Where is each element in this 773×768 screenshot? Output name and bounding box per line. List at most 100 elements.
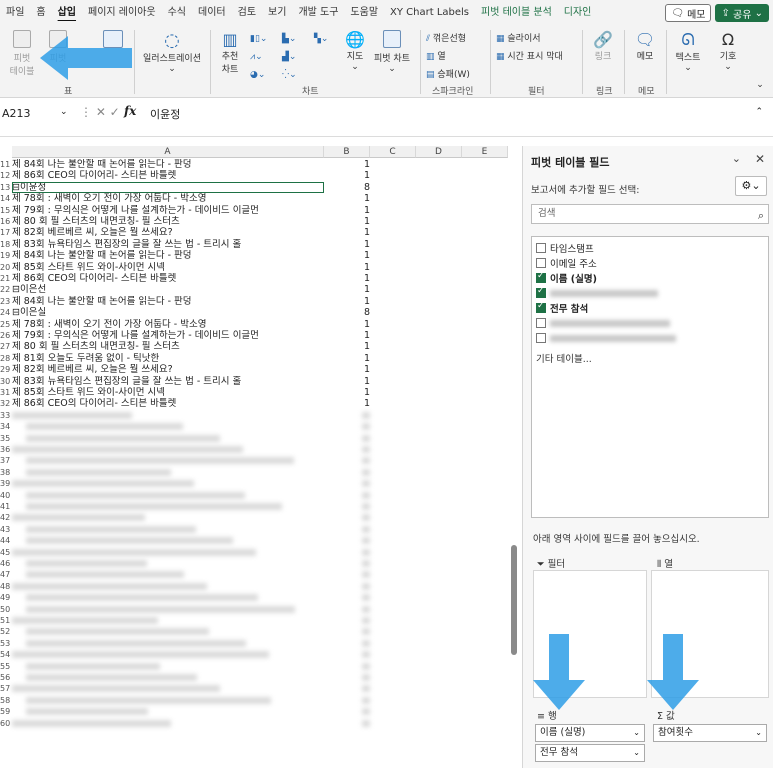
cell-a-redacted[interactable] [12, 514, 145, 522]
waterfall-chart-icon[interactable]: ▚⌄ [314, 30, 338, 48]
cell-b-redacted[interactable] [362, 651, 370, 659]
cell-a[interactable]: ⊟이윤정 [12, 181, 324, 193]
expand-formula-icon[interactable]: ⌃ [755, 107, 763, 117]
row-number[interactable]: 16 [0, 216, 12, 227]
cell-b[interactable]: 1 [324, 239, 370, 250]
link-button[interactable]: 🔗 링크 [588, 30, 618, 62]
cell-a-redacted[interactable] [12, 480, 194, 488]
row-number[interactable]: 20 [0, 262, 12, 273]
tab-10[interactable]: XY Chart Labels [384, 0, 475, 26]
fx-icon[interactable]: fx [124, 104, 136, 118]
statistic-chart-icon[interactable]: ▟⌄ [282, 48, 312, 66]
field-item[interactable]: 전무 참석 [536, 301, 588, 315]
checkbox[interactable] [536, 286, 546, 298]
row-number[interactable]: 48 [0, 581, 12, 592]
cell-a[interactable]: 제 86회 CEO의 다이어리- 스티븐 바틀렛 [12, 398, 324, 409]
field-search-input[interactable]: 검색 ⌕ [531, 204, 769, 224]
row-number[interactable]: 15 [0, 205, 12, 216]
row-number[interactable]: 60 [0, 718, 12, 729]
cell-b[interactable]: 1 [324, 341, 370, 352]
tab-0[interactable]: 파일 [0, 0, 30, 26]
cell-a[interactable]: 제 84회 나는 불안할 때 논어를 읽는다 - 판덩 [12, 296, 324, 307]
row-number[interactable]: 25 [0, 319, 12, 330]
cell-a-redacted[interactable] [26, 423, 183, 431]
cell-a-redacted[interactable] [26, 628, 209, 636]
pivot-chart-button[interactable]: 피벗 차트 ⌄ [372, 30, 412, 74]
row-number[interactable]: 31 [0, 387, 12, 398]
formula-input[interactable]: 이윤정 [150, 106, 180, 122]
cell-b-redacted[interactable] [362, 480, 370, 488]
cell-a[interactable]: 제 85회 스타트 위드 와이-사이먼 시넥 [12, 262, 324, 273]
row-number[interactable]: 28 [0, 353, 12, 364]
cell-b[interactable]: 1 [324, 387, 370, 398]
row-number[interactable]: 59 [0, 706, 12, 717]
chart-types-col1[interactable]: ▮▯⌄ ⩘⌄ ◕⌄ [250, 30, 280, 84]
tab-3[interactable]: 페이지 레이아웃 [82, 0, 162, 26]
cell-a[interactable]: 제 81회 오늘도 두려움 없이 - 틱낫한 [12, 353, 324, 364]
cell-a[interactable]: 제 85회 스타트 위드 와이-사이먼 시넥 [12, 387, 324, 398]
checkbox[interactable] [536, 318, 546, 328]
tab-4[interactable]: 수식 [162, 0, 192, 26]
row-number[interactable]: 52 [0, 626, 12, 637]
vertical-scrollbar[interactable] [511, 545, 517, 655]
field-item[interactable] [536, 316, 670, 330]
cell-a[interactable]: 제 78회 : 새벽이 오기 전이 가장 어둡다 - 박소영 [12, 193, 324, 204]
sparkline-column-button[interactable]: ▥ 열 [426, 48, 486, 66]
column-header-b[interactable]: B [324, 146, 370, 158]
cell-a-redacted[interactable] [26, 491, 245, 499]
name-box-dropdown-icon[interactable]: ⌄ [60, 107, 68, 117]
sparkline-line-button[interactable]: ⫽ 꺾은선형 [426, 30, 486, 48]
cell-a-redacted[interactable] [26, 525, 196, 533]
cell-b[interactable]: 1 [324, 262, 370, 273]
row-number[interactable]: 13 [0, 182, 12, 193]
row-number[interactable]: 30 [0, 376, 12, 387]
row-number[interactable]: 42 [0, 512, 12, 523]
cell-a-redacted[interactable] [12, 617, 158, 624]
field-item[interactable] [536, 331, 676, 345]
more-tables-link[interactable]: 기타 테이블... [536, 351, 592, 365]
cell-b-redacted[interactable] [362, 411, 370, 419]
row-number[interactable]: 23 [0, 296, 12, 307]
cell-b-redacted[interactable] [362, 503, 370, 510]
new-memo-button[interactable]: 🗨 메모 [630, 30, 660, 62]
cell-a-redacted[interactable] [26, 594, 258, 602]
cell-a[interactable]: 제 86회 CEO의 다이어리- 스티븐 바틀렛 [12, 273, 324, 284]
cell-a-redacted[interactable] [26, 696, 271, 704]
cell-b[interactable]: 1 [324, 284, 370, 295]
chart-types-col2[interactable]: ▙⌄ ▟⌄ ⁛⌄ [282, 30, 312, 84]
cell-a[interactable]: 제 86회 CEO의 다이어리- 스티븐 바틀렛 [12, 170, 324, 181]
maps-button[interactable]: 🌐 지도 ⌄ [342, 30, 368, 72]
cell-a[interactable]: 제 82회 베르베르 씨, 오늘은 뭘 쓰세요? [12, 227, 324, 238]
column-header-e[interactable]: E [462, 146, 508, 158]
row-number[interactable]: 11 [0, 159, 12, 170]
cell-b-redacted[interactable] [362, 491, 370, 499]
share-button[interactable]: ⇪ 공유 ⌄ [715, 4, 769, 22]
cell-b-redacted[interactable] [362, 639, 370, 647]
hierarchy-chart-icon[interactable]: ▙⌄ [282, 30, 312, 48]
cell-b-redacted[interactable] [362, 571, 370, 579]
cell-a-redacted[interactable] [26, 537, 233, 545]
cell-b-redacted[interactable] [362, 719, 370, 727]
cell-b-redacted[interactable] [362, 674, 370, 681]
row-number[interactable]: 46 [0, 558, 12, 569]
cell-b[interactable]: 1 [324, 216, 370, 227]
cell-a[interactable]: 제 79회 : 무의식은 어떻게 나를 설계하는가 - 데이비드 이글먼 [12, 205, 324, 216]
cell-b[interactable]: 1 [324, 205, 370, 216]
row-number[interactable]: 35 [0, 433, 12, 444]
row-number[interactable]: 49 [0, 592, 12, 603]
gear-icon[interactable]: ⚙⌄ [735, 176, 767, 196]
cell-b[interactable]: 1 [324, 319, 370, 330]
field-item[interactable] [536, 286, 658, 300]
cell-a[interactable]: 제 79회 : 무의식은 어떻게 나를 설계하는가 - 데이비드 이글먼 [12, 330, 324, 341]
cell-a-redacted[interactable] [26, 434, 220, 442]
row-number[interactable]: 38 [0, 467, 12, 478]
row-number[interactable]: 51 [0, 615, 12, 626]
text-button[interactable]: ᘏ 텍스트 ⌄ [670, 30, 706, 73]
row-number[interactable]: 45 [0, 547, 12, 558]
cell-b-redacted[interactable] [362, 423, 370, 431]
cell-b-redacted[interactable] [362, 628, 370, 636]
cell-b[interactable]: 1 [324, 398, 370, 409]
cell-b-redacted[interactable] [362, 457, 370, 465]
cell-a-redacted[interactable] [26, 560, 147, 567]
cell-b[interactable]: 1 [324, 296, 370, 307]
